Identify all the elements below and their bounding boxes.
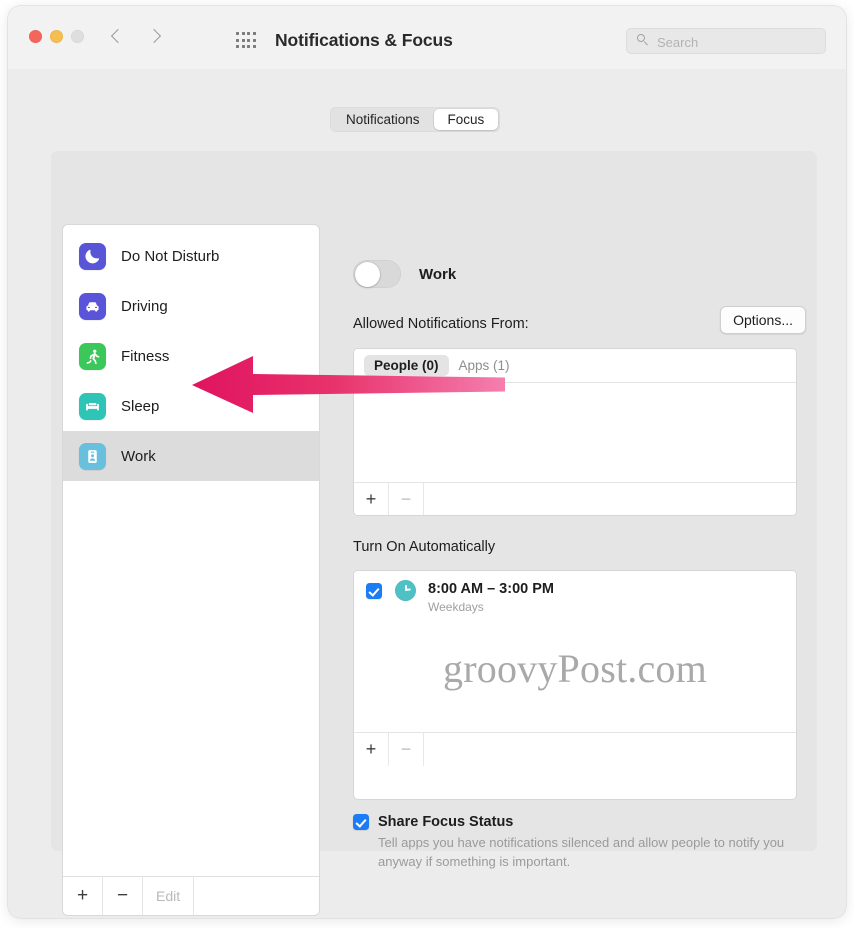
allowed-tabbar: People (0) Apps (1): [354, 349, 796, 383]
sidebar-footer-toolbar: + − Edit: [63, 876, 319, 915]
schedule-time: 8:00 AM – 3:00 PM: [428, 581, 554, 597]
schedule-days: Weekdays: [428, 600, 484, 614]
window-content: Notifications Focus Do Not Disturb Drivi…: [8, 69, 846, 918]
share-focus-status-description: Tell apps you have notifications silence…: [378, 835, 785, 869]
focus-sidebar: Do Not Disturb Driving Fitness Sleep Wor…: [62, 224, 320, 916]
segmented-control: Notifications Focus: [330, 107, 501, 132]
traffic-lights: [29, 30, 84, 43]
share-focus-status-section: Share Focus Status Tell apps you have no…: [353, 814, 803, 871]
search-icon: [637, 34, 648, 46]
back-chevron-icon[interactable]: [110, 24, 126, 50]
schedule-checkbox[interactable]: [366, 583, 382, 599]
sidebar-item-do-not-disturb[interactable]: Do Not Disturb: [63, 231, 319, 281]
focus-toggle-switch[interactable]: [353, 260, 401, 288]
sidebar-item-driving[interactable]: Driving: [63, 281, 319, 331]
add-schedule-button[interactable]: +: [354, 733, 389, 766]
page-title: Notifications & Focus: [275, 30, 453, 50]
remove-schedule-button[interactable]: −: [389, 733, 424, 766]
schedule-row[interactable]: 8:00 AM – 3:00 PM Weekdays: [354, 571, 796, 614]
add-person-button[interactable]: +: [354, 483, 389, 515]
sidebar-item-label: Do Not Disturb: [121, 247, 220, 265]
schedule-text: 8:00 AM – 3:00 PM Weekdays: [428, 581, 554, 614]
share-focus-status-row[interactable]: Share Focus Status: [353, 814, 803, 830]
remove-focus-button[interactable]: −: [103, 877, 143, 915]
schedule-box: 8:00 AM – 3:00 PM Weekdays groovyPost.co…: [353, 570, 797, 800]
sidebar-item-fitness[interactable]: Fitness: [63, 331, 319, 381]
navigation-buttons: [110, 24, 164, 50]
search-input[interactable]: [655, 29, 819, 55]
zoom-button: [71, 30, 84, 43]
forward-chevron-icon[interactable]: [148, 24, 164, 50]
edit-focus-button[interactable]: Edit: [143, 877, 195, 915]
toggle-knob: [354, 261, 380, 287]
focus-enable-row: Work: [353, 260, 456, 288]
tab-apps[interactable]: Apps (1): [449, 355, 520, 376]
running-person-icon: [79, 342, 106, 370]
focus-detail-pane: Work Allowed Notifications From: Options…: [339, 224, 806, 914]
moon-icon: [79, 242, 106, 270]
focus-list: Do Not Disturb Driving Fitness Sleep Wor…: [63, 231, 319, 481]
sidebar-item-label: Work: [121, 447, 156, 465]
share-focus-status-label: Share Focus Status: [378, 814, 514, 830]
tab-focus[interactable]: Focus: [433, 109, 499, 130]
car-icon: [79, 292, 106, 320]
schedule-list-body: 8:00 AM – 3:00 PM Weekdays groovyPost.co…: [354, 571, 796, 732]
tab-people[interactable]: People (0): [364, 355, 449, 376]
sidebar-item-work[interactable]: Work: [63, 431, 319, 481]
window-titlebar: Notifications & Focus: [8, 6, 846, 70]
sidebar-item-sleep[interactable]: Sleep: [63, 381, 319, 431]
minimize-button[interactable]: [50, 30, 63, 43]
search-box[interactable]: [626, 28, 826, 55]
clock-icon: [395, 580, 416, 601]
tab-notifications[interactable]: Notifications: [332, 109, 434, 130]
sidebar-item-label: Driving: [121, 297, 168, 315]
remove-person-button[interactable]: −: [389, 483, 424, 515]
show-all-grid-icon[interactable]: [236, 32, 257, 50]
sidebar-item-label: Fitness: [121, 347, 170, 365]
schedule-list-toolbar: + −: [354, 732, 796, 766]
options-button[interactable]: Options...: [720, 306, 806, 334]
allowed-list-body: [354, 383, 796, 482]
focus-panel: Do Not Disturb Driving Fitness Sleep Wor…: [51, 151, 817, 916]
watermark-text: groovyPost.com: [443, 646, 707, 691]
add-focus-button[interactable]: +: [63, 877, 103, 915]
share-focus-status-checkbox[interactable]: [353, 814, 369, 830]
id-badge-icon: [79, 442, 106, 470]
allowed-list-toolbar: + −: [354, 482, 796, 515]
sidebar-item-label: Sleep: [121, 397, 160, 415]
focus-name-label: Work: [419, 265, 457, 283]
allowed-notifications-box: People (0) Apps (1) + −: [353, 348, 797, 516]
system-preferences-window: Notifications & Focus Notifications Focu…: [8, 6, 846, 918]
close-button[interactable]: [29, 30, 42, 43]
turn-on-automatically-label: Turn On Automatically: [353, 539, 496, 555]
allowed-notifications-label: Allowed Notifications From:: [353, 316, 529, 332]
bed-icon: [79, 392, 106, 420]
